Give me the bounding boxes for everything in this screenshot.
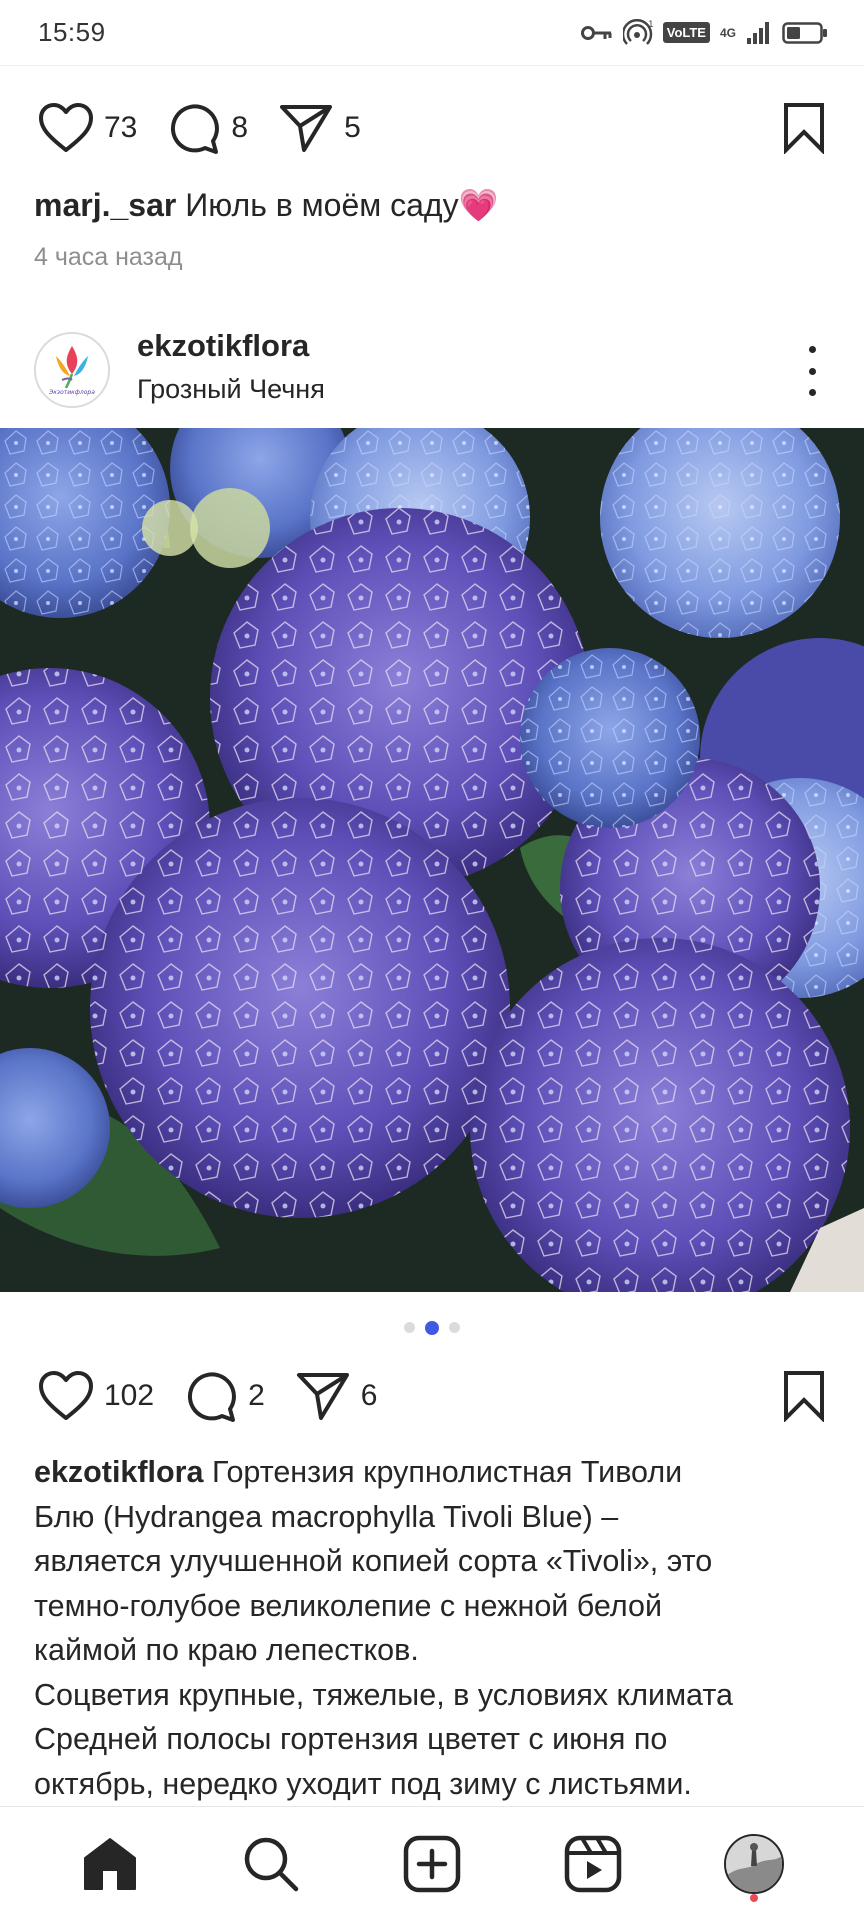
battery-icon — [782, 21, 827, 44]
nav-reels[interactable] — [553, 1824, 633, 1904]
caption-line: темно-голубое великолепие с нежной белой — [34, 1588, 663, 1623]
more-dot-icon — [808, 367, 816, 375]
home-icon — [84, 1837, 137, 1890]
notification-dot — [749, 1893, 758, 1902]
heart-icon — [39, 1371, 93, 1420]
share-button[interactable] — [278, 102, 334, 154]
like-button[interactable] — [38, 1370, 94, 1422]
save-button[interactable] — [782, 1370, 826, 1422]
svg-text:1: 1 — [648, 20, 653, 30]
comment-button[interactable] — [167, 101, 221, 155]
profile-avatar — [723, 1833, 784, 1894]
nav-home[interactable] — [70, 1824, 150, 1904]
caption-line: каймой по краю лепестков. — [34, 1633, 419, 1667]
share-button[interactable] — [295, 1370, 351, 1422]
bookmark-icon — [784, 1371, 824, 1422]
comment-count: 2 — [248, 1379, 265, 1412]
hotspot-icon: 1 — [622, 18, 653, 45]
key-icon — [580, 25, 612, 40]
nav-create[interactable] — [392, 1824, 472, 1904]
post1-actions: 73 8 5 — [0, 93, 864, 163]
caption-username[interactable]: ekzotikflora — [34, 1455, 204, 1489]
comment-count: 8 — [231, 111, 249, 144]
caption-line: является улучшенной копией сорта «Tivoli… — [34, 1544, 713, 1578]
post2-header: Экзотикфлора ekzotikflora Грозный Чечня — [0, 320, 864, 420]
carousel-indicator — [0, 1321, 864, 1335]
comment-icon — [188, 1372, 236, 1422]
status-time: 15:59 — [38, 17, 106, 47]
create-icon — [403, 1835, 461, 1892]
more-dot-icon — [808, 346, 816, 353]
like-count: 73 — [104, 111, 138, 144]
comment-icon — [171, 104, 220, 154]
post-photo[interactable] — [0, 428, 864, 1292]
profile-photo-icon — [725, 1835, 782, 1892]
caption-line: Блю (Hydrangea macrophylla Tivoli Blue) … — [34, 1499, 619, 1534]
like-button[interactable] — [38, 102, 94, 154]
caption-line: Средней полосы гортензия цветет с июня п… — [34, 1722, 668, 1756]
post1-caption: marj._sar Июль в моём саду💗 — [34, 183, 830, 227]
comment-button[interactable] — [184, 1369, 238, 1423]
caption-text: Июль в моём саду💗 — [185, 187, 499, 223]
more-options-button[interactable] — [800, 346, 824, 396]
svg-text:Экзотикфлора: Экзотикфлора — [48, 389, 95, 396]
post1-time-ago: 4 часа назад — [34, 243, 183, 271]
volte-icon: VoLTE — [662, 22, 710, 43]
share-icon — [296, 1373, 349, 1420]
carousel-dot-active — [425, 1321, 439, 1335]
share-count: 6 — [360, 1379, 378, 1412]
status-bar: 15:59 1 VoLTE 4G — [0, 0, 864, 66]
nav-profile[interactable] — [714, 1824, 794, 1904]
caption-line: октябрь, нередко уходит под зиму с листь… — [34, 1766, 692, 1801]
post2-actions: 102 2 6 — [0, 1361, 864, 1431]
post-location[interactable]: Грозный Чечня — [137, 374, 325, 405]
post-author-avatar[interactable]: Экзотикфлора — [34, 332, 110, 408]
carousel-dot — [404, 1322, 415, 1333]
save-button[interactable] — [782, 102, 826, 154]
post2-caption: ekzotikflora Гортензия крупнолистная Тив… — [34, 1450, 830, 1806]
nav-search[interactable] — [231, 1824, 311, 1904]
share-icon — [280, 105, 333, 152]
bookmark-icon — [784, 103, 824, 154]
signal-icon — [747, 21, 769, 44]
caption-username[interactable]: marj._sar — [34, 187, 176, 223]
status-icons: 1 VoLTE 4G — [580, 18, 828, 47]
caption-line: ekzotikflora Гортензия крупнолистная Тив… — [34, 1455, 683, 1489]
share-count: 5 — [344, 111, 361, 144]
carousel-dot — [449, 1322, 460, 1333]
bottom-nav — [0, 1806, 864, 1920]
search-icon — [244, 1837, 299, 1891]
reels-icon — [564, 1835, 622, 1892]
network-type: 4G — [719, 25, 736, 40]
flora-logo-icon: Экзотикфлора — [36, 334, 108, 406]
more-dot-icon — [808, 389, 816, 396]
hydrangea-photo — [0, 428, 864, 1292]
caption-line: Соцветия крупные, тяжелые, в условиях кл… — [34, 1677, 733, 1712]
like-count: 102 — [104, 1379, 155, 1412]
heart-icon — [39, 103, 93, 152]
post-author-username[interactable]: ekzotikflora — [137, 328, 309, 364]
